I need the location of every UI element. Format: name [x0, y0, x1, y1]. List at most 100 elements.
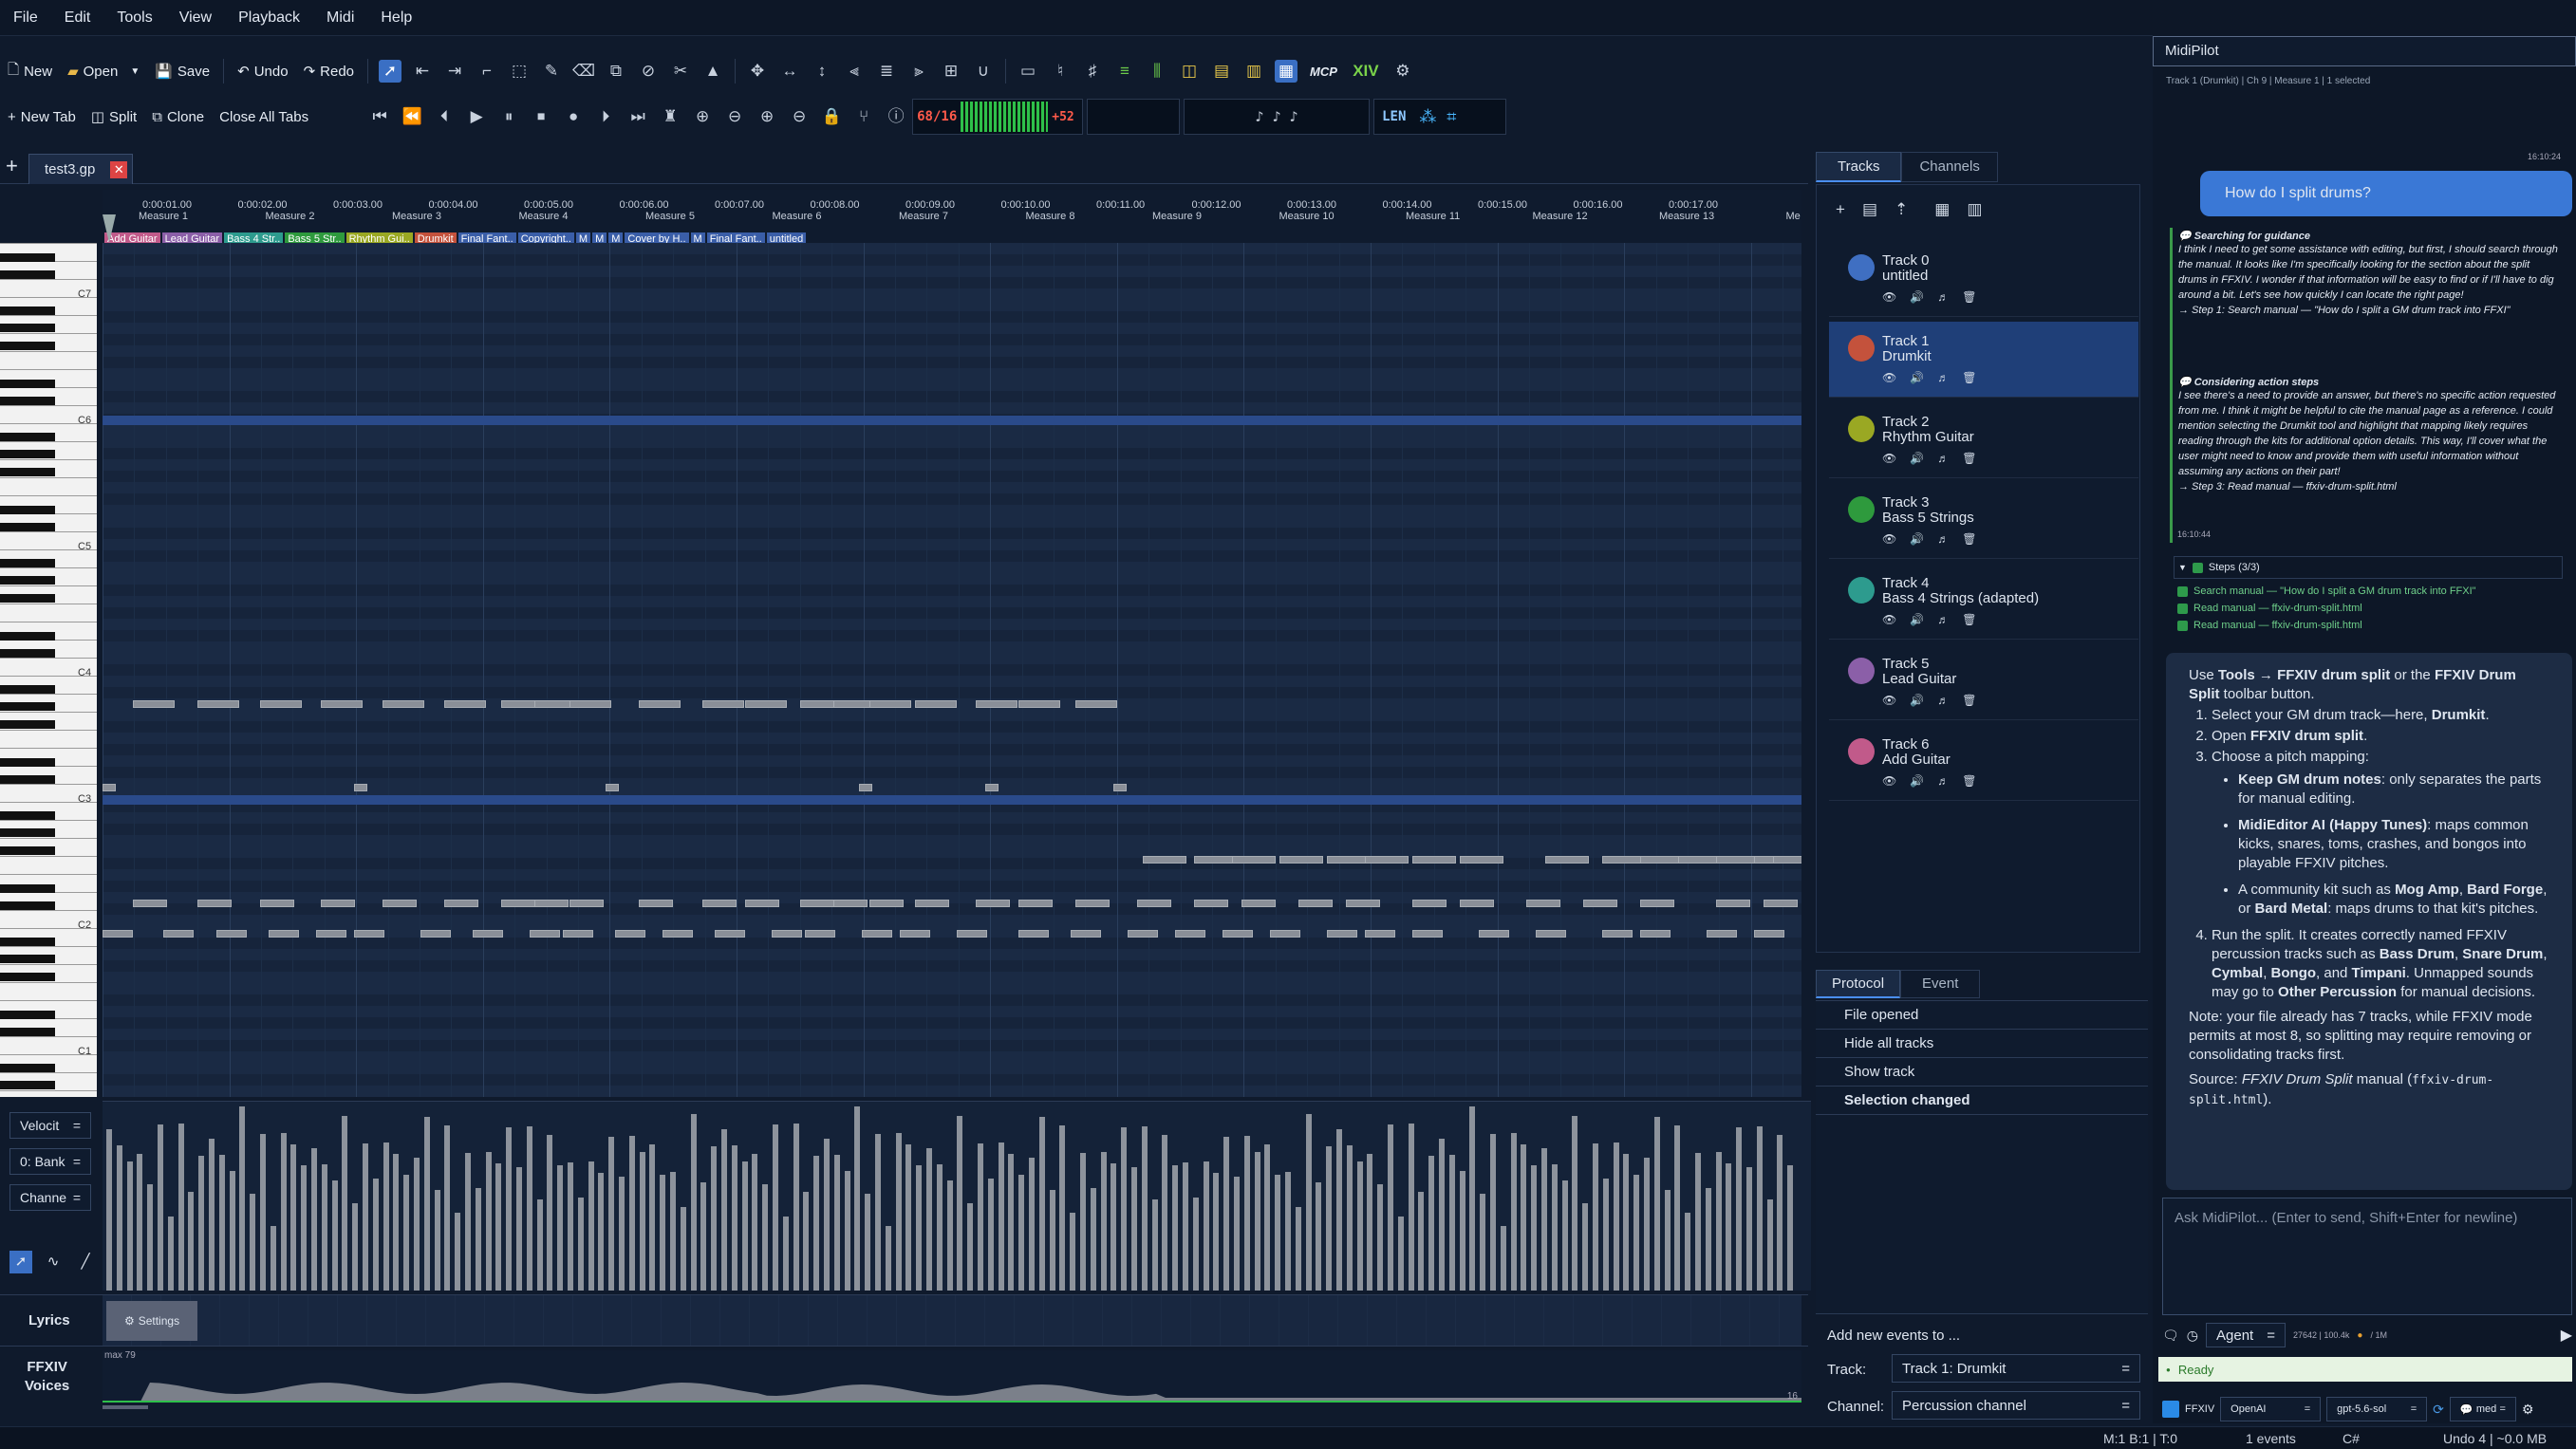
velocity-bar[interactable] — [1582, 1203, 1589, 1291]
black-key[interactable] — [0, 379, 55, 388]
velocity-bar[interactable] — [1746, 1167, 1752, 1291]
midi-note[interactable] — [534, 900, 569, 907]
marker-chip[interactable]: Final Fant.. — [706, 232, 765, 243]
black-key[interactable] — [0, 757, 55, 767]
black-key[interactable] — [0, 341, 55, 350]
velocity-bar[interactable] — [1346, 1145, 1353, 1291]
marker-chip[interactable]: Final Fant.. — [457, 232, 516, 243]
trash-icon[interactable]: 🗑 — [1962, 774, 1976, 788]
velocity-bar[interactable] — [188, 1192, 195, 1291]
midi-note[interactable] — [569, 700, 611, 708]
single-select-icon[interactable]: ⌐ — [476, 60, 498, 83]
midi-note[interactable] — [321, 700, 363, 708]
speaker-icon[interactable]: 🔊 — [1910, 532, 1924, 546]
velocity-bar[interactable] — [608, 1137, 615, 1291]
pointer-tool-icon[interactable]: ➚ — [9, 1251, 32, 1273]
midi-note[interactable] — [976, 700, 1017, 708]
velocity-bar[interactable] — [383, 1142, 389, 1291]
velocity-bar[interactable] — [1388, 1124, 1393, 1291]
speaker-icon[interactable]: 🔊 — [1910, 290, 1924, 304]
velocity-bar[interactable] — [916, 1165, 923, 1291]
velocity-bar[interactable] — [516, 1167, 522, 1291]
velocity-bar[interactable] — [1131, 1167, 1137, 1291]
midi-note[interactable] — [805, 930, 835, 938]
velocity-bar[interactable] — [1766, 1199, 1773, 1291]
track-item[interactable]: Track 4 Bass 4 Strings (adapted) 👁 🔊 ♬ 🗑 — [1829, 564, 2138, 640]
undo-button[interactable]: ↶ Undo — [230, 59, 295, 84]
velocity-bar[interactable] — [239, 1106, 246, 1291]
tracks-list-icon[interactable]: ≡ — [1113, 60, 1136, 83]
velocity-bar[interactable] — [628, 1136, 635, 1291]
velocity-bar[interactable] — [1049, 1190, 1055, 1291]
velocity-bar[interactable] — [813, 1156, 820, 1291]
midi-note[interactable] — [1707, 930, 1737, 938]
channel-select[interactable]: Percussion channel = — [1892, 1391, 2140, 1420]
tuning-icon[interactable]: ♬ — [1937, 290, 1949, 304]
piano-keyboard[interactable]: C7 C6 C5 C4 C3 C2 C1 — [0, 243, 97, 1097]
velocity-bar[interactable] — [1469, 1106, 1476, 1291]
velocity-editor[interactable] — [103, 1101, 1811, 1291]
black-key[interactable] — [0, 576, 55, 585]
zoom-out-icon[interactable]: ⊖ — [788, 105, 811, 128]
voices-graph[interactable]: max 79 16 — [103, 1350, 1801, 1403]
velocity-select[interactable]: Velocit = — [9, 1112, 91, 1139]
black-key[interactable] — [0, 558, 55, 567]
midi-note[interactable] — [1412, 900, 1447, 907]
velocity-bar[interactable] — [1459, 1171, 1465, 1291]
black-key[interactable] — [0, 252, 55, 262]
tab-channels[interactable]: Channels — [1901, 152, 1998, 182]
velocity-bar[interactable] — [568, 1162, 573, 1291]
velocity-bar[interactable] — [147, 1184, 154, 1291]
velocity-bar[interactable] — [1561, 1180, 1568, 1291]
channel-select[interactable]: Channe = — [9, 1184, 91, 1211]
midi-note[interactable] — [976, 900, 1010, 907]
velocity-bar[interactable] — [680, 1207, 686, 1291]
black-key[interactable] — [0, 1010, 55, 1019]
velocity-bar[interactable] — [270, 1226, 276, 1291]
velocity-bar[interactable] — [895, 1133, 902, 1291]
velocity-bar[interactable] — [1480, 1194, 1486, 1291]
velocity-bar[interactable] — [1787, 1165, 1794, 1291]
velocity-bar[interactable] — [773, 1124, 778, 1291]
velocity-bar[interactable] — [1490, 1134, 1496, 1291]
velocity-bar[interactable] — [126, 1161, 133, 1291]
marker-chip[interactable]: M — [575, 232, 591, 243]
black-key[interactable] — [0, 845, 55, 855]
track-item[interactable]: Track 1 Drumkit 👁 🔊 ♬ 🗑 — [1829, 322, 2138, 398]
lyrics-lane[interactable] — [103, 1295, 1801, 1347]
stop-icon[interactable]: ⏹ — [530, 105, 552, 128]
black-key[interactable] — [0, 593, 55, 603]
velocity-bar[interactable] — [844, 1171, 850, 1291]
move-horizontal-icon[interactable]: ↔ — [778, 60, 801, 83]
black-key[interactable] — [0, 523, 55, 532]
midi-note[interactable] — [163, 930, 194, 938]
velocity-bar[interactable] — [485, 1152, 492, 1291]
velocity-bar[interactable] — [260, 1134, 266, 1291]
midi-note[interactable] — [354, 784, 367, 791]
eye-icon[interactable]: 👁 — [1882, 774, 1896, 788]
ffxiv-checkbox[interactable] — [2162, 1401, 2179, 1418]
velocity-bar[interactable] — [403, 1175, 410, 1291]
marker-chip[interactable]: M — [592, 232, 607, 243]
midi-note[interactable] — [1018, 900, 1053, 907]
tuning-icon[interactable]: ♬ — [1937, 532, 1949, 546]
midi-note[interactable] — [473, 930, 503, 938]
midi-note[interactable] — [269, 930, 299, 938]
protocol-item-selected[interactable]: Selection changed — [1816, 1087, 2148, 1115]
velocity-bar[interactable] — [321, 1164, 327, 1291]
midi-note[interactable] — [1602, 930, 1633, 938]
midi-note[interactable] — [1365, 930, 1395, 938]
select-left-icon[interactable]: ⇤ — [411, 60, 434, 83]
thru-icon[interactable]: ⑂ — [852, 105, 875, 128]
velocity-bar[interactable] — [1777, 1135, 1783, 1291]
midi-note[interactable] — [615, 930, 645, 938]
previous-marker-icon[interactable]: ⏪ — [401, 105, 423, 128]
effort-select[interactable]: 💬 med = — [2449, 1397, 2516, 1421]
split-button[interactable]: ◫ Split — [84, 104, 144, 129]
align-center-icon[interactable]: ≣ — [875, 60, 898, 83]
menu-playback[interactable]: Playback — [225, 9, 313, 27]
velocity-bar[interactable] — [1203, 1161, 1209, 1291]
close-all-tabs-button[interactable]: Close All Tabs — [212, 105, 316, 129]
step-forward-icon[interactable]: ⏵ — [594, 105, 617, 128]
midi-note[interactable] — [354, 930, 384, 938]
